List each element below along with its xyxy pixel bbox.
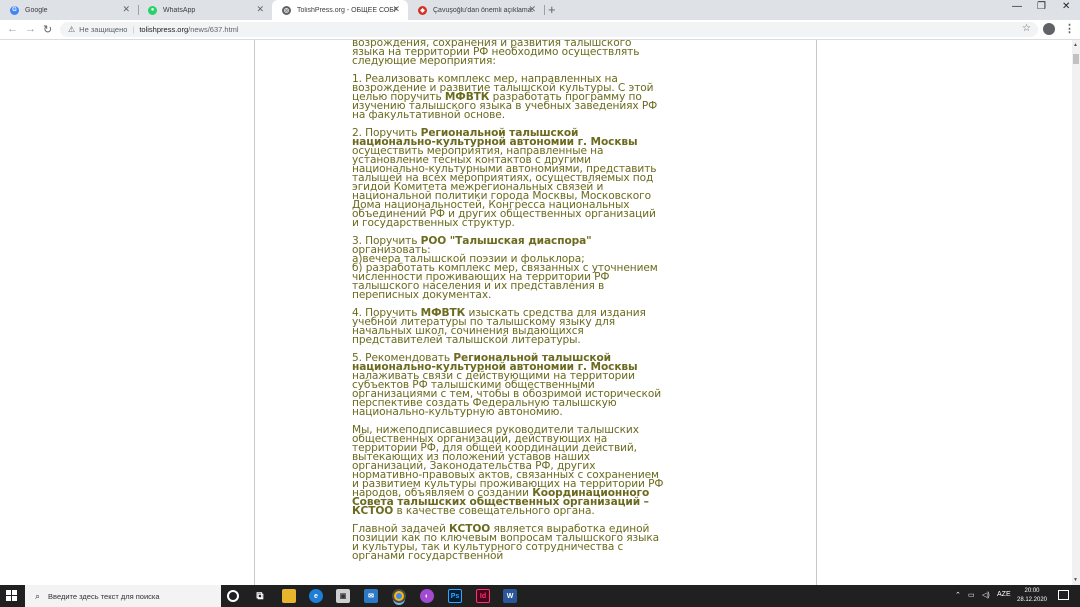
indesign-icon[interactable]: Id [476, 589, 490, 603]
back-icon[interactable]: ← [7, 23, 18, 35]
cortana-icon[interactable] [227, 590, 239, 602]
windows-start-icon[interactable] [6, 590, 18, 602]
minimize-icon[interactable]: — [1012, 1, 1022, 12]
tab-tolishpress[interactable]: ◎ TolishPress.org - ОБЩЕЕ СОБРАН ✕ [272, 0, 408, 20]
scroll-down-icon[interactable]: ▼ [1073, 577, 1078, 583]
messenger-icon[interactable]: ◐ [420, 589, 434, 603]
whatsapp-icon: ● [148, 5, 157, 15]
mail-icon[interactable]: ✉ [364, 589, 378, 603]
globe-icon: ◎ [282, 5, 291, 15]
article-body: возрождения, сохранения и развития талыш… [352, 40, 664, 570]
store-icon[interactable]: ▣ [336, 589, 350, 603]
close-icon[interactable]: ✕ [528, 4, 536, 15]
clock-date: 28.12.2020 [1016, 597, 1048, 603]
new-tab-icon[interactable]: + [548, 2, 556, 17]
tab-label: Google [25, 6, 48, 14]
paragraph-intro: возрождения, сохранения и развития талыш… [352, 40, 640, 67]
paragraph-2: 2. Поручить Региональной талышской нацио… [352, 127, 657, 229]
restore-icon[interactable]: ❐ [1037, 1, 1046, 12]
browser-toolbar: ← → ↻ ⚠ Не защищено | tolishpress.org/ne… [0, 20, 1080, 40]
paragraph-3: 3. Поручить РОО "Талышская диаспора" орг… [352, 235, 658, 301]
task-view-icon[interactable]: ⧉ [253, 589, 267, 603]
url-domain[interactable]: tolishpress.org [139, 25, 188, 34]
photoshop-icon[interactable]: Ps [448, 589, 462, 603]
url-path[interactable]: /news/637.html [188, 25, 238, 34]
bookmark-star-icon[interactable]: ☆ [1022, 23, 1031, 34]
warning-icon[interactable]: ⚠ [68, 25, 75, 34]
network-icon[interactable]: ▭ [968, 591, 975, 599]
tab-label: WhatsApp [163, 6, 196, 14]
content-border-right [816, 40, 817, 585]
menu-dots-icon[interactable]: ⋮ [1064, 22, 1075, 35]
window-close-icon[interactable]: ✕ [1062, 1, 1070, 12]
forward-icon[interactable]: → [25, 23, 36, 35]
profile-avatar-icon[interactable] [1043, 23, 1055, 35]
windows-taskbar: ⌕ Введите здесь текст для поиска ⧉ e ▣ ✉… [0, 585, 1080, 607]
search-placeholder: Введите здесь текст для поиска [48, 591, 160, 601]
chrome-icon[interactable] [392, 589, 406, 603]
word-icon[interactable]: W [503, 589, 517, 603]
page-viewport: возрождения, сохранения и развития талыш… [0, 40, 1072, 585]
volume-icon[interactable]: ◁) [982, 591, 990, 599]
content-border-left [254, 40, 255, 585]
close-icon[interactable]: ✕ [256, 4, 264, 15]
tab-news[interactable]: ◆ Çavuşoğlu'dan önemli açıklama: ✕ [408, 0, 544, 20]
edge-icon[interactable]: e [309, 589, 323, 603]
divider: | [132, 25, 135, 34]
tab-divider [544, 5, 545, 15]
file-explorer-icon[interactable] [282, 589, 296, 603]
tab-google[interactable]: G Google ✕ [0, 0, 138, 20]
google-icon: G [10, 5, 19, 15]
close-icon[interactable]: ✕ [392, 4, 400, 15]
search-icon: ⌕ [35, 590, 41, 601]
paragraph-1: 1. Реализовать комплекс мер, направленны… [352, 73, 658, 121]
tab-label: Çavuşoğlu'dan önemli açıklama: [433, 6, 533, 14]
language-indicator[interactable]: AZE [997, 591, 1011, 598]
clock-time: 20:00 [1024, 588, 1040, 594]
paragraph-7: Главной задачей КСТОО является выработка… [352, 523, 660, 562]
notification-icon[interactable] [1058, 590, 1069, 600]
close-icon[interactable]: ✕ [122, 4, 130, 15]
taskbar-clock[interactable]: 20:00 28.12.2020 [1016, 587, 1048, 605]
address-bar[interactable]: ⚠ Не защищено | tolishpress.org/news/637… [60, 22, 1038, 37]
reload-icon[interactable]: ↻ [43, 23, 52, 36]
page-scrollbar[interactable]: ▲ ▼ [1072, 40, 1080, 585]
scrollbar-thumb[interactable] [1073, 54, 1079, 64]
news-icon: ◆ [418, 5, 427, 15]
taskbar-search-box[interactable]: ⌕ Введите здесь текст для поиска [25, 585, 221, 607]
paragraph-5: 5. Рекомендовать Региональной талышской … [352, 352, 662, 418]
tab-strip: G Google ✕ ● WhatsApp ✕ ◎ TolishPress.or… [0, 0, 1080, 20]
security-label[interactable]: Не защищено [79, 25, 127, 34]
paragraph-6: Мы, нижеподписавшиеся руководители талыш… [352, 424, 664, 517]
scroll-up-icon[interactable]: ▲ [1073, 42, 1078, 48]
tab-whatsapp[interactable]: ● WhatsApp ✕ [138, 0, 272, 20]
tray-expand-icon[interactable]: ⌃ [955, 591, 961, 599]
paragraph-4: 4. Поручить МФВТК изыскать средства для … [352, 307, 646, 346]
tab-label: TolishPress.org - ОБЩЕЕ СОБРАН [297, 6, 397, 14]
